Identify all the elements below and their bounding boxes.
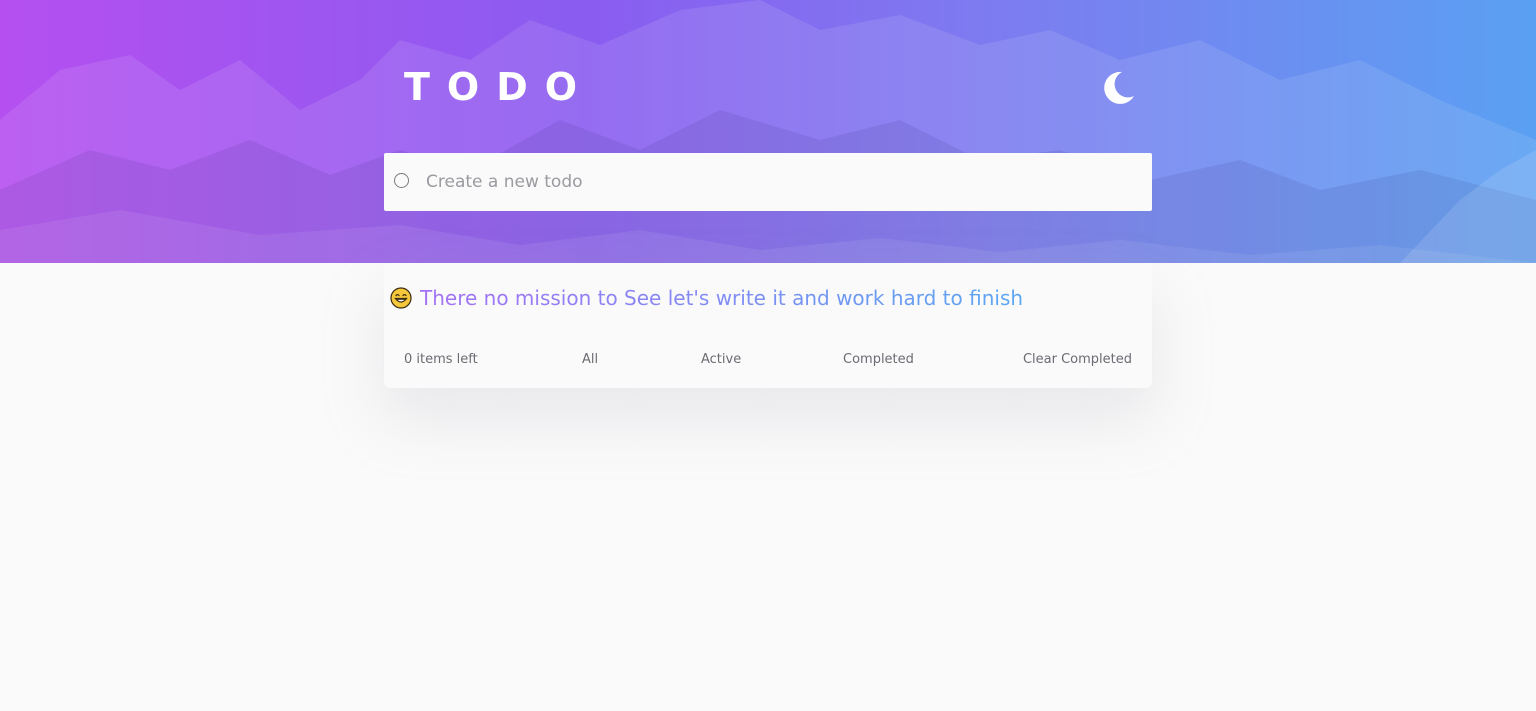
new-todo-input[interactable]: [426, 153, 1126, 211]
mountain-background: [0, 0, 1536, 263]
empty-state-message: There no mission to See let's write it a…: [420, 286, 1024, 310]
app-title: TODO: [404, 65, 595, 109]
theme-toggle-button[interactable]: [1098, 68, 1138, 108]
list-footer: 0 items left All Active Completed Clear …: [384, 347, 1152, 373]
empty-state: There no mission to See let's write it a…: [390, 283, 1023, 313]
filter-all[interactable]: All: [582, 352, 598, 367]
header-banner: TODO: [0, 0, 1536, 263]
moon-icon: [1104, 71, 1134, 104]
clear-completed-button[interactable]: Clear Completed: [1023, 352, 1132, 367]
filter-active[interactable]: Active: [701, 352, 741, 367]
filter-completed[interactable]: Completed: [843, 352, 914, 367]
new-todo-check-circle[interactable]: [394, 173, 409, 188]
grinning-face-icon: [390, 287, 412, 309]
new-todo-bar: [384, 153, 1152, 211]
todo-list-card: There no mission to See let's write it a…: [384, 263, 1152, 388]
items-left-count: 0 items left: [404, 352, 478, 367]
